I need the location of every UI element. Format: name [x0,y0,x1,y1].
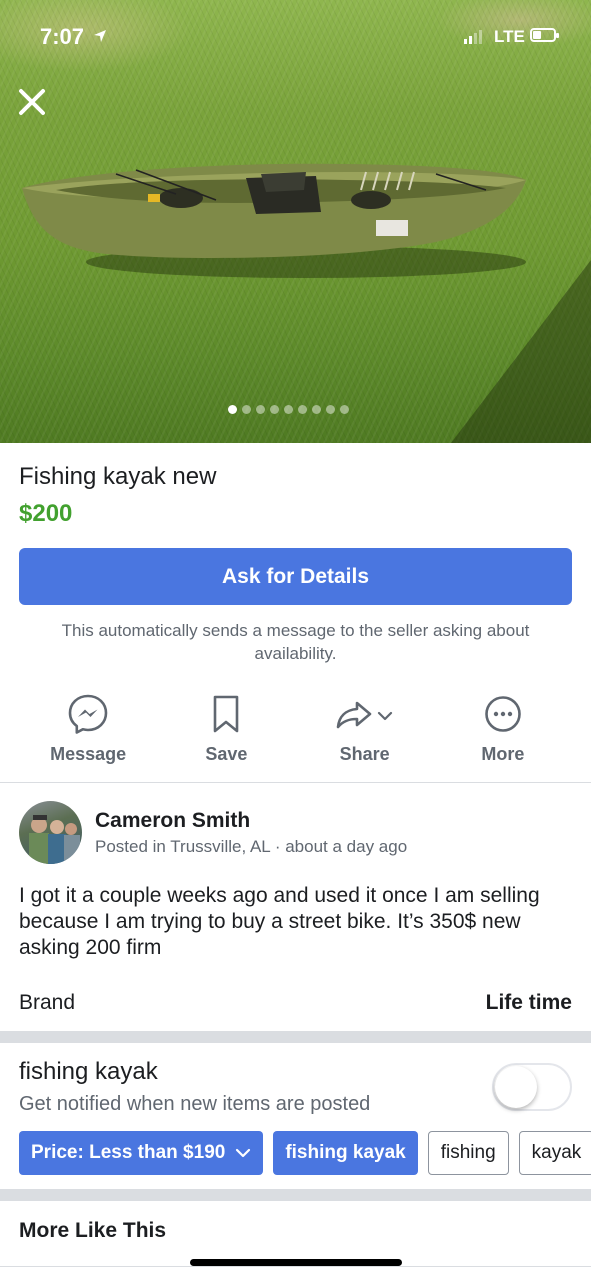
pagination-dot[interactable] [326,405,335,414]
more-dots-icon [485,696,521,732]
network-type: LTE [494,27,525,46]
listing-title: Fishing kayak new [19,463,217,490]
home-indicator[interactable] [190,1259,402,1266]
status-bar: 7:07 LTE [0,0,591,60]
listing-description: I got it a couple weeks ago and used it … [19,884,540,959]
listing-price: $200 [19,500,73,527]
detail-value: Life time [485,991,572,1014]
more-label: More [481,744,525,764]
action-bar: Message Save Share More [19,690,572,770]
more-like-this-heading: More Like This [19,1219,167,1242]
messenger-icon [68,694,108,734]
pagination-dot[interactable] [284,405,293,414]
seller-meta: Posted in Trussville, AL · about a day a… [95,837,408,856]
message-label: Message [50,744,127,764]
seller-name[interactable]: Cameron Smith [95,809,250,833]
pagination-dot[interactable] [242,405,251,414]
pagination-dot[interactable] [228,405,237,414]
pagination-dot[interactable] [312,405,321,414]
avatar-photo [29,815,80,864]
pagination-dot[interactable] [340,405,349,414]
kayak-image [22,163,526,278]
chip-fishing[interactable]: fishing [427,1131,509,1175]
signal-icon [464,30,482,44]
close-icon[interactable] [14,84,50,120]
notify-toggle[interactable] [492,1063,572,1111]
divider [0,1266,591,1267]
chip-fishing-kayak[interactable]: fishing kayak [273,1131,418,1175]
alert-subtitle: Get notified when new items are posted [19,1093,371,1115]
chip-label: fishing [440,1142,496,1163]
photo-pagination[interactable] [228,405,349,414]
pagination-dot[interactable] [256,405,265,414]
chip-label: fishing kayak [285,1142,406,1163]
status-time: 7:07 [40,24,85,49]
more-button[interactable]: More [434,690,572,770]
chip-price-filter[interactable]: Price: Less than $190 [19,1131,264,1175]
listing-photo[interactable]: 7:07 LTE [0,0,591,443]
ask-for-details-button[interactable]: Ask for Details [19,548,572,605]
pagination-dot[interactable] [270,405,279,414]
detail-label: Brand [19,991,76,1014]
message-button[interactable]: Message [19,690,157,770]
chip-label: Price: Less than $190 [31,1142,226,1163]
shadow [451,260,591,443]
chip-kayak[interactable]: kayak [518,1131,591,1175]
chevron-down-icon [236,1148,251,1158]
bookmark-icon [214,695,239,733]
save-button[interactable]: Save [157,690,295,770]
alert-title: fishing kayak [19,1058,158,1085]
share-arrow-icon [336,701,392,729]
search-chips: Price: Less than $190 fishing kayak fish… [19,1131,591,1175]
avatar[interactable] [19,801,82,864]
save-label: Save [205,744,248,764]
section-divider [0,1031,591,1043]
share-label: Share [339,744,390,764]
section-divider [0,1189,591,1201]
detail-row-brand: Brand Life time [19,991,572,1015]
share-button[interactable]: Share [296,690,434,770]
pagination-dot[interactable] [298,405,307,414]
toggle-knob [495,1066,537,1108]
location-arrow-icon [94,30,106,42]
battery-icon [530,28,559,42]
divider [0,782,591,783]
chip-label: kayak [531,1142,582,1163]
ask-note: This automatically sends a message to th… [61,621,530,663]
